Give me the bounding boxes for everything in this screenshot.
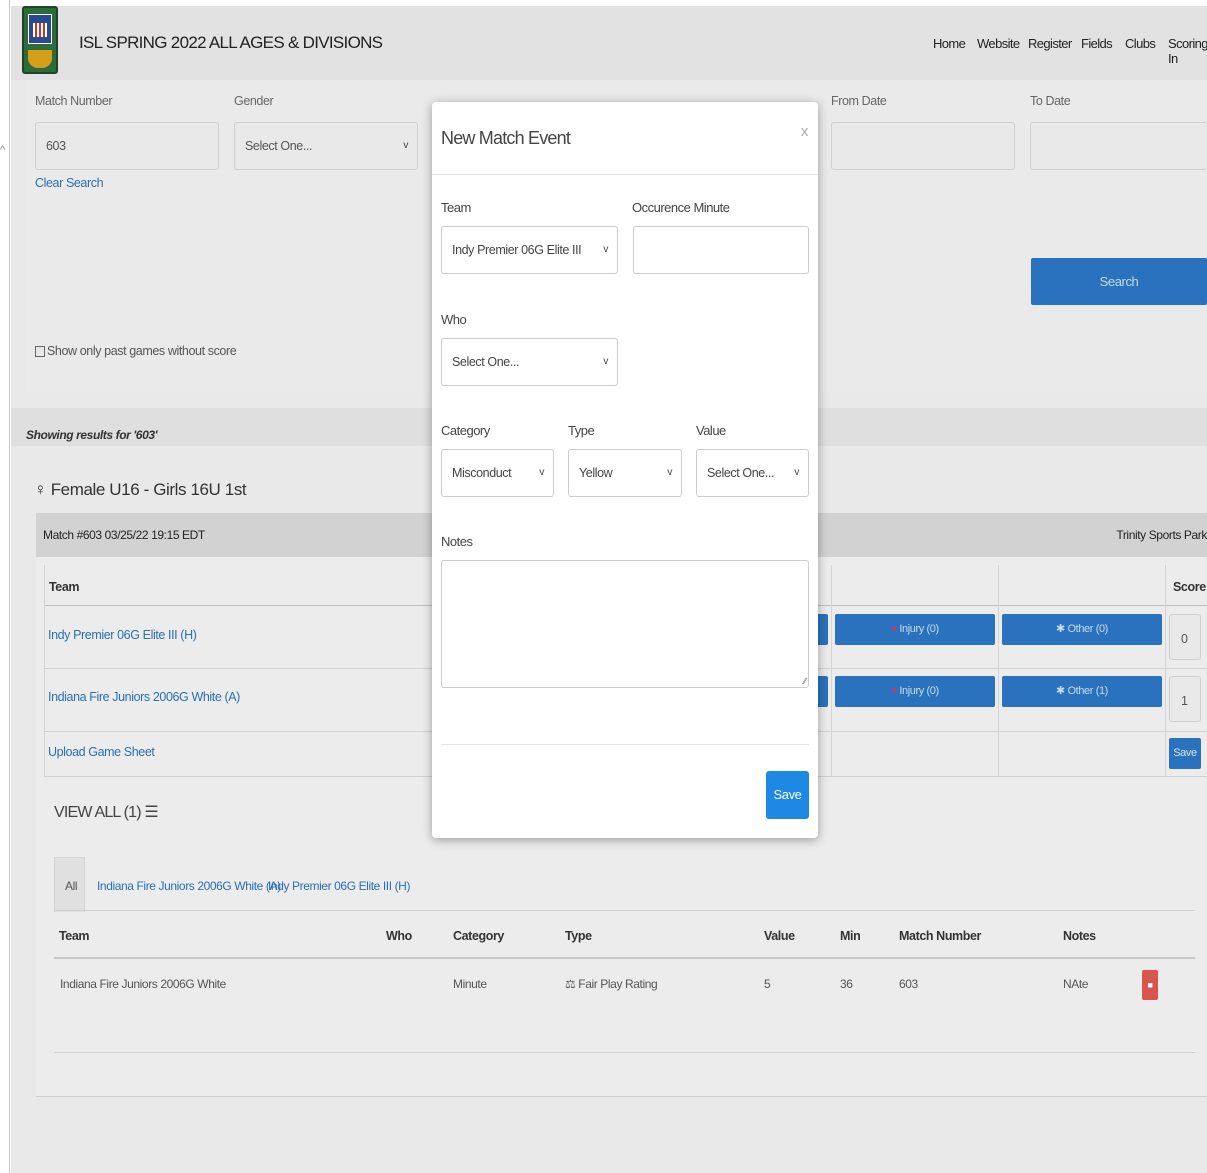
caret-icon: ^: [0, 144, 5, 156]
type-label: Type: [568, 423, 595, 438]
chevron-down-icon: v: [539, 467, 544, 478]
modal-title: New Match Event: [441, 128, 571, 148]
who-select-value: Select One...: [452, 355, 520, 369]
category-select-value: Misconduct: [452, 466, 512, 480]
chevron-down-icon: v: [603, 356, 608, 367]
category-label: Category: [441, 423, 490, 438]
chevron-down-icon: v: [794, 467, 799, 478]
value-select-value: Select One...: [707, 466, 775, 480]
category-select[interactable]: Misconduct v: [441, 449, 554, 497]
close-icon[interactable]: x: [801, 123, 809, 140]
type-select-value: Yellow: [579, 466, 613, 480]
who-select[interactable]: Select One... v: [441, 338, 618, 386]
type-select[interactable]: Yellow v: [568, 449, 682, 497]
notes-label: Notes: [441, 534, 473, 549]
modal-footer-divider: [441, 744, 809, 745]
save-button[interactable]: Save: [766, 771, 809, 819]
who-label: Who: [441, 312, 467, 327]
team-select[interactable]: Indy Premier 06G Elite III v: [441, 226, 618, 274]
resize-handle-icon[interactable]: ∕∕: [804, 676, 807, 686]
value-select[interactable]: Select One... v: [696, 449, 809, 497]
chevron-down-icon: v: [667, 467, 672, 478]
new-match-event-modal: New Match Event x Team Indy Premier 06G …: [432, 102, 818, 838]
value-label: Value: [696, 423, 726, 438]
minute-label: Occurence Minute: [632, 200, 730, 215]
left-edge: [0, 0, 10, 1173]
team-select-value: Indy Premier 06G Elite III: [452, 243, 582, 257]
notes-textarea[interactable]: ∕∕: [441, 560, 809, 688]
modal-divider: [432, 174, 818, 175]
chevron-down-icon: v: [603, 244, 608, 255]
minute-input[interactable]: [633, 226, 809, 274]
team-label: Team: [441, 200, 471, 215]
